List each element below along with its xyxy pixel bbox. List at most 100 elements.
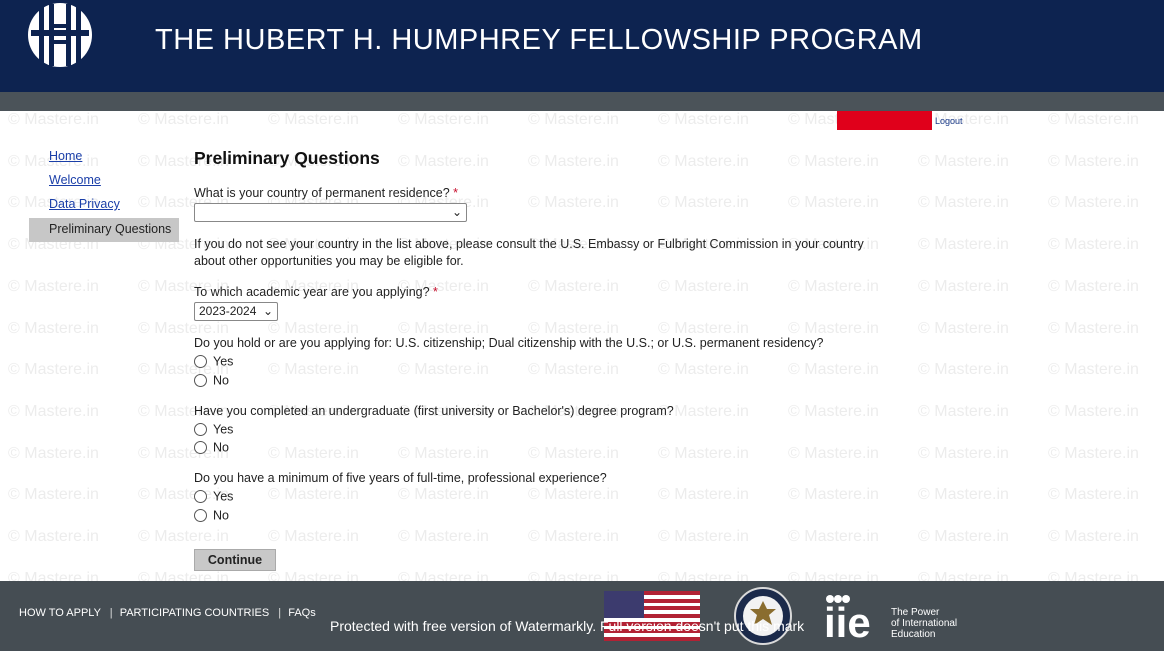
watermark-tile: © Mastere.in bbox=[268, 319, 359, 337]
watermark-tile: © Mastere.in bbox=[918, 194, 1009, 212]
watermark-tile: © Mastere.in bbox=[658, 569, 749, 581]
radio-label: No bbox=[213, 440, 229, 455]
watermark-tile: © Mastere.in bbox=[8, 486, 99, 504]
watermark-tile: © Mastere.in bbox=[788, 444, 879, 462]
footer-separator: | bbox=[109, 607, 113, 619]
watermark-tile: © Mastere.in bbox=[918, 236, 1009, 254]
watermark-tile: © Mastere.in bbox=[138, 111, 229, 128]
watermark-tile: © Mastere.in bbox=[658, 319, 749, 337]
watermark-tile: © Mastere.in bbox=[788, 277, 879, 295]
sidebar-item-welcome[interactable]: Welcome bbox=[29, 170, 179, 194]
experience-yes-option[interactable]: Yes bbox=[194, 489, 233, 505]
watermark-tile: © Mastere.in bbox=[8, 402, 99, 420]
watermark-tile: © Mastere.in bbox=[138, 319, 229, 337]
experience-no-option[interactable]: No bbox=[194, 508, 229, 524]
watermark-tile: © Mastere.in bbox=[1048, 528, 1139, 545]
watermark-tile: © Mastere.in bbox=[1048, 402, 1139, 420]
watermark-tile: © Mastere.in bbox=[398, 486, 489, 504]
watermark-tile: © Mastere.in bbox=[918, 569, 1009, 581]
degree-yes-radio[interactable] bbox=[194, 423, 207, 437]
watermark-tile: © Mastere.in bbox=[528, 194, 619, 212]
academic-year-select[interactable]: 2023-2024 ⌄ bbox=[194, 302, 278, 321]
sidebar-item-data-privacy[interactable]: Data Privacy bbox=[29, 194, 179, 218]
watermark-tile: © Mastere.in bbox=[1048, 569, 1139, 581]
chevron-down-icon: ⌄ bbox=[262, 304, 273, 318]
radio-label: Yes bbox=[213, 422, 234, 437]
citizenship-question: Do you hold or are you applying for: U.S… bbox=[194, 336, 824, 350]
site-title: THE HUBERT H. HUMPHREY FELLOWSHIP PROGRA… bbox=[155, 24, 923, 56]
watermark-tile: © Mastere.in bbox=[658, 528, 749, 545]
watermark-tile: © Mastere.in bbox=[268, 361, 359, 379]
watermark-tile: © Mastere.in bbox=[528, 152, 619, 170]
academic-year-question: To which academic year are you applying?… bbox=[194, 285, 438, 299]
experience-yes-radio[interactable] bbox=[194, 490, 207, 504]
citizenship-no-radio[interactable] bbox=[194, 374, 207, 388]
watermark-tile: © Mastere.in bbox=[268, 444, 359, 462]
chevron-down-icon: ⌄ bbox=[451, 205, 462, 219]
footer-link-faqs[interactable]: FAQs bbox=[288, 607, 316, 619]
watermark-tile: © Mastere.in bbox=[658, 444, 749, 462]
citizenship-no-option[interactable]: No bbox=[194, 373, 229, 389]
watermark-tile: © Mastere.in bbox=[268, 528, 359, 545]
watermark-tile: © Mastere.in bbox=[1048, 111, 1139, 128]
watermark-tile: © Mastere.in bbox=[1048, 361, 1139, 379]
required-marker: * bbox=[453, 186, 459, 200]
watermark-tile: © Mastere.in bbox=[528, 361, 619, 379]
site-header: THE HUBERT H. HUMPHREY FELLOWSHIP PROGRA… bbox=[0, 0, 1164, 92]
required-marker: * bbox=[433, 285, 438, 299]
watermark-tile: © Mastere.in bbox=[398, 319, 489, 337]
footer-links: HOW TO APPLY | PARTICIPATING COUNTRIES |… bbox=[19, 607, 316, 619]
watermark-tile: © Mastere.in bbox=[1048, 319, 1139, 337]
watermark-tile: © Mastere.in bbox=[398, 152, 489, 170]
iie-tagline: The Power of International Education bbox=[891, 607, 957, 640]
degree-no-radio[interactable] bbox=[194, 441, 207, 455]
watermark-tile: © Mastere.in bbox=[918, 152, 1009, 170]
watermark-tile: © Mastere.in bbox=[398, 361, 489, 379]
watermark-tile: © Mastere.in bbox=[138, 569, 229, 581]
sidebar-item-preliminary-questions[interactable]: Preliminary Questions bbox=[29, 218, 179, 242]
watermark-tile: © Mastere.in bbox=[138, 528, 229, 545]
iie-tagline-line: of International bbox=[891, 618, 958, 629]
watermark-tile: © Mastere.in bbox=[1048, 444, 1139, 462]
page-title: Preliminary Questions bbox=[194, 148, 380, 168]
country-question-label: What is your country of permanent reside… bbox=[194, 186, 450, 200]
watermark-tile: © Mastere.in bbox=[528, 319, 619, 337]
watermark-tile: © Mastere.in bbox=[398, 444, 489, 462]
watermark-tile: © Mastere.in bbox=[268, 569, 359, 581]
citizenship-yes-option[interactable]: Yes bbox=[194, 354, 233, 370]
experience-no-radio[interactable] bbox=[194, 509, 207, 523]
watermark-tile: © Mastere.in bbox=[1048, 152, 1139, 170]
iie-logo-icon: iie bbox=[824, 595, 871, 641]
degree-yes-option[interactable]: Yes bbox=[194, 422, 233, 438]
watermark-tile: © Mastere.in bbox=[658, 486, 749, 504]
watermark-tile: © Mastere.in bbox=[398, 111, 489, 128]
watermark-tile: © Mastere.in bbox=[788, 569, 879, 581]
watermark-tile: © Mastere.in bbox=[1048, 236, 1139, 254]
watermark-tile: © Mastere.in bbox=[788, 486, 879, 504]
watermark-tile: © Mastere.in bbox=[1048, 486, 1139, 504]
watermark-tile: © Mastere.in bbox=[8, 277, 99, 295]
sidebar-nav: Home Welcome Data Privacy Preliminary Qu… bbox=[29, 146, 179, 242]
country-select[interactable]: ⌄ bbox=[194, 203, 467, 222]
degree-no-option[interactable]: No bbox=[194, 440, 229, 456]
watermark-tile: © Mastere.in bbox=[918, 361, 1009, 379]
watermark-tile: © Mastere.in bbox=[528, 277, 619, 295]
footer-link-how-to-apply[interactable]: HOW TO APPLY bbox=[19, 607, 101, 619]
watermark-tile: © Mastere.in bbox=[8, 319, 99, 337]
watermark-tile: © Mastere.in bbox=[1048, 194, 1139, 212]
state-department-seal-icon bbox=[734, 587, 792, 645]
watermark-tile: © Mastere.in bbox=[788, 152, 879, 170]
radio-label: Yes bbox=[213, 489, 234, 504]
logout-link[interactable]: Logout bbox=[935, 116, 963, 126]
sidebar-item-home[interactable]: Home bbox=[29, 146, 179, 170]
citizenship-yes-radio[interactable] bbox=[194, 355, 207, 369]
watermark-tile: © Mastere.in bbox=[8, 444, 99, 462]
watermark-tile: © Mastere.in bbox=[398, 569, 489, 581]
continue-button[interactable]: Continue bbox=[194, 549, 276, 571]
degree-question: Have you completed an undergraduate (fir… bbox=[194, 404, 674, 418]
radio-label: No bbox=[213, 373, 229, 388]
footer-link-participating-countries[interactable]: PARTICIPATING COUNTRIES bbox=[120, 607, 270, 619]
academic-year-question-label: To which academic year are you applying? bbox=[194, 285, 430, 299]
redacted-username bbox=[837, 111, 932, 130]
watermark-tile: © Mastere.in bbox=[8, 528, 99, 545]
